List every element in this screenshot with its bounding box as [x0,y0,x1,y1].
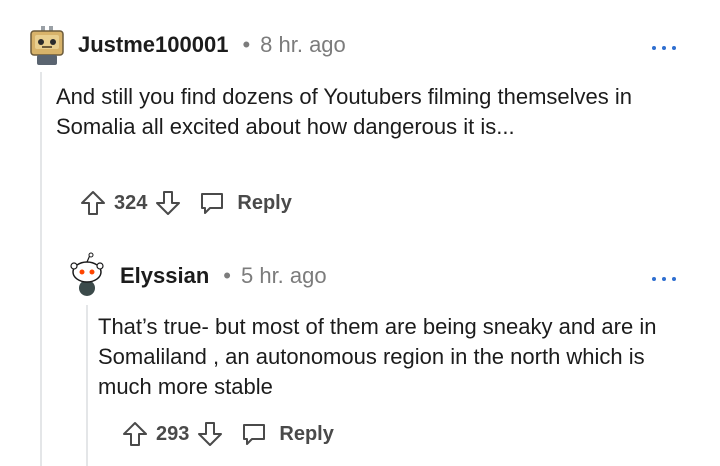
comment-actions: 293 Reply [122,421,334,447]
reply-button[interactable]: Reply [241,421,334,447]
dot-icon [662,277,666,281]
upvote-icon[interactable] [122,421,148,447]
comment-text: That’s true- but most of them are being … [98,314,657,399]
username[interactable]: Elyssian [120,263,209,289]
comment-header: Elyssian • 5 hr. ago [120,263,327,289]
separator-dot: • [242,32,251,57]
chat-bubble-icon [241,421,267,447]
reply-label: Reply [237,191,292,214]
timestamp[interactable]: 5 hr. ago [241,263,327,289]
upvote-icon[interactable] [80,190,106,216]
comment-text: And still you find dozens of Youtubers f… [56,84,632,139]
thread-line-main [40,72,42,466]
separator-dot: • [223,263,231,288]
comment-actions: 324 Reply [80,190,292,216]
dot-icon [672,46,676,50]
chat-bubble-icon [199,190,225,216]
comment-header: Justme100001 • 8 hr. ago [78,32,346,58]
vote-score: 293 [156,422,190,445]
dot-icon [672,277,676,281]
reply-button[interactable]: Reply [199,190,292,216]
timestamp[interactable]: 8 hr. ago [260,32,346,58]
dot-icon [652,277,656,281]
dot-icon [652,46,656,50]
avatar[interactable] [65,252,109,296]
downvote-icon[interactable] [155,190,181,216]
avatar[interactable] [25,24,69,68]
downvote-icon[interactable] [197,421,223,447]
snoo-avatar-icon [65,252,109,296]
reply-label: Reply [279,422,334,445]
thread-line-reply [86,305,88,466]
vote-score: 324 [114,191,148,214]
username[interactable]: Justme100001 [78,32,228,58]
robot-avatar-icon [25,24,69,68]
more-options-button[interactable] [652,44,676,52]
more-options-button[interactable] [652,275,676,283]
dot-icon [662,46,666,50]
